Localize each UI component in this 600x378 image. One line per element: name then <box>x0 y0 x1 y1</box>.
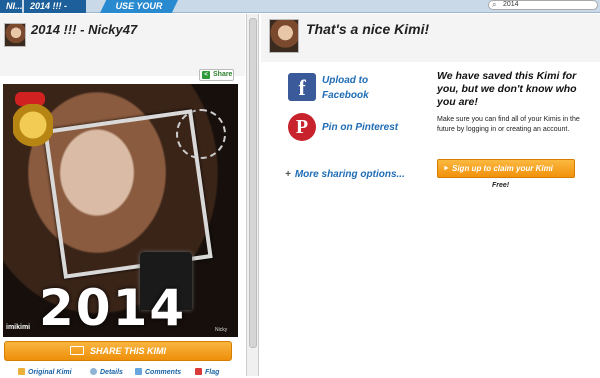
free-label: Free! <box>492 182 510 189</box>
signature: Nicky <box>215 327 228 333</box>
share-icon: < <box>202 71 210 79</box>
pinterest-icon: P <box>288 113 316 141</box>
more-label: More sharing options... <box>294 169 405 180</box>
saved-title: We have saved this Kimi for you, but we … <box>437 70 577 108</box>
details-link[interactable]: Details <box>90 368 123 376</box>
avatar[interactable] <box>269 19 299 53</box>
arrow-icon: ► <box>443 165 450 172</box>
search-icon: ⌕ <box>492 0 497 9</box>
tab-use-your-kimi[interactable]: USE YOUR KIMI <box>100 0 178 13</box>
right-header: That's a nice Kimi! <box>261 14 600 62</box>
right-title: That's a nice Kimi! <box>306 21 430 37</box>
search-input[interactable]: ⌕ 2014 <box>488 0 598 10</box>
flag-icon <box>195 368 202 375</box>
share-button-label: SHARE THIS KIMI <box>89 346 166 356</box>
year-text: 2014 <box>39 279 187 337</box>
original-kimi-link[interactable]: Original Kimi <box>18 368 72 376</box>
search-value: 2014 <box>503 1 519 8</box>
left-header: 2014 !!! - Nicky47 <box>0 14 245 76</box>
pinterest-label: Pin on Pinterest <box>322 122 399 133</box>
flag-link[interactable]: Flag <box>195 368 219 376</box>
kimi-title: 2014 !!! - Nicky47 <box>31 22 138 37</box>
pin-pinterest-link[interactable]: P Pin on Pinterest <box>288 113 408 143</box>
more-sharing-options[interactable]: + More sharing options... <box>285 169 405 180</box>
original-icon <box>18 368 25 375</box>
tab-2014[interactable]: 2014 !!! - NI... <box>24 0 86 24</box>
avatar[interactable] <box>4 23 26 47</box>
sign-up-claim-button[interactable]: ► Sign up to claim your Kimi <box>437 159 575 178</box>
watermark: imikimi <box>6 324 31 331</box>
left-panel: 2014 !!! - Nicky47 < Share 2014 imikimi … <box>0 14 245 376</box>
kimi-image[interactable]: 2014 imikimi Nicky <box>3 84 238 337</box>
share-this-kimi-button[interactable]: SHARE THIS KIMI <box>4 341 232 361</box>
comments-icon <box>135 368 142 375</box>
upload-facebook-link[interactable]: f Upload to Facebook <box>288 73 408 103</box>
scrollbar[interactable] <box>246 14 259 376</box>
magnifier-icon <box>90 368 97 375</box>
right-panel: That's a nice Kimi! f Upload to Facebook… <box>261 14 600 376</box>
bells-decoration <box>13 104 53 174</box>
facebook-icon: f <box>288 73 316 101</box>
camera-icon <box>69 346 84 355</box>
facebook-label: Upload to Facebook <box>322 75 369 101</box>
tab-ni[interactable]: NI... <box>0 0 23 13</box>
saved-body: Make sure you can find all of your Kimis… <box>437 116 580 133</box>
top-tab-bar: NI... 2014 !!! - NI... USE YOUR KIMI ⌕ 2… <box>0 0 600 24</box>
share-mini-button[interactable]: < Share <box>199 69 234 81</box>
comments-link[interactable]: Comments <box>135 368 181 376</box>
share-mini-label: Share <box>213 71 233 78</box>
plus-icon: + <box>285 169 291 180</box>
scrollbar-thumb[interactable] <box>249 18 257 348</box>
claim-label: Sign up to claim your Kimi <box>452 164 553 173</box>
